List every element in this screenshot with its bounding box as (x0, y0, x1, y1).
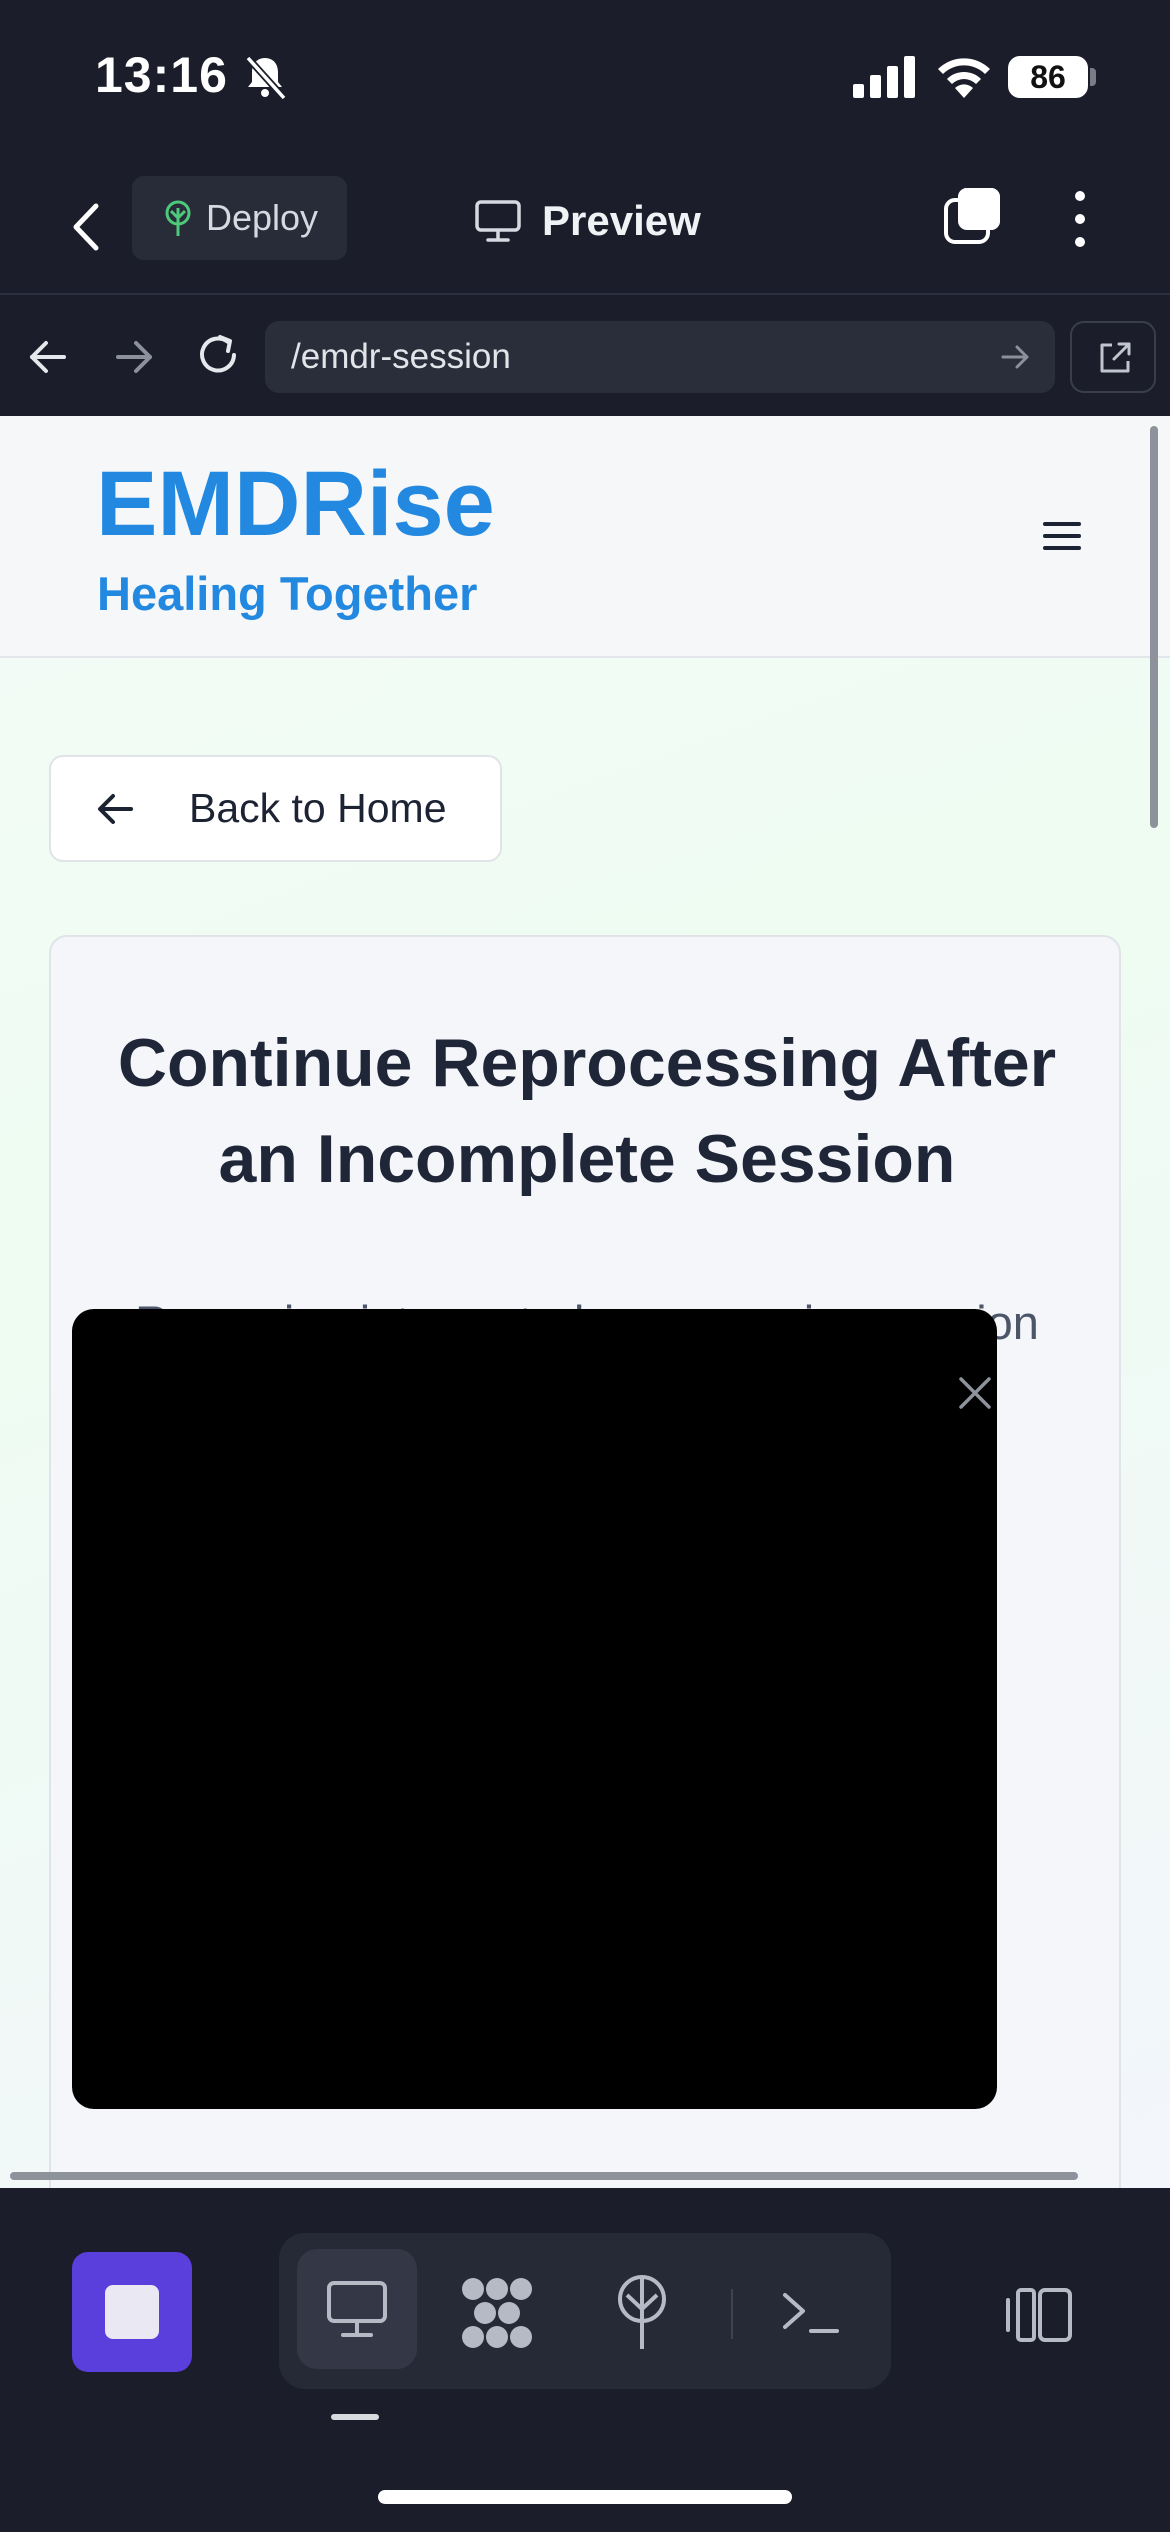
tool-switcher (279, 2233, 891, 2389)
back-chevron-icon[interactable] (62, 192, 112, 262)
arrow-left-icon (98, 793, 133, 824)
tabs-icon[interactable] (940, 184, 1004, 248)
deploy-tree-icon (165, 200, 191, 236)
stop-icon (105, 2285, 159, 2339)
arrow-right-icon[interactable] (108, 331, 160, 383)
more-vertical-icon[interactable] (1062, 184, 1098, 254)
go-arrow-icon[interactable] (997, 339, 1033, 375)
preview-label: Preview (542, 197, 701, 244)
side-panel-icon[interactable] (1004, 2286, 1074, 2344)
deploy-button[interactable]: Deploy (132, 176, 347, 260)
hamburger-menu-icon[interactable] (1040, 518, 1084, 554)
desktop-icon (327, 2281, 387, 2337)
wifi-icon (938, 58, 990, 98)
tiles-icon[interactable] (459, 2275, 535, 2351)
site-header: EMDRise Healing Together (0, 416, 1170, 658)
status-time: 13:16 (95, 47, 228, 103)
bottom-toolbar (0, 2188, 1170, 2532)
web-viewport[interactable]: EMDRise Healing Together Back to Home Co… (0, 416, 1170, 2188)
brand-tagline: Healing Together (97, 567, 478, 620)
battery-tip (1090, 68, 1096, 86)
arrow-left-icon[interactable] (22, 331, 74, 383)
back-to-home-button[interactable]: Back to Home (49, 755, 502, 862)
brand-logo[interactable]: EMDRise (96, 452, 495, 557)
antenna-icon[interactable] (609, 2273, 675, 2351)
battery-icon: 86 (1008, 56, 1088, 98)
signal-icon (853, 56, 915, 98)
session-video-panel[interactable] (72, 1309, 997, 2109)
back-to-home-label: Back to Home (189, 785, 447, 831)
page-title: Continue Reprocessing After an Incomplet… (117, 1025, 1057, 1197)
app-toolbar: Deploy Preview (0, 160, 1170, 295)
horizontal-scrollbar[interactable] (10, 2172, 1078, 2180)
url-input[interactable]: /emdr-session (265, 321, 1055, 393)
status-bar: 13:16 86 (0, 0, 1170, 160)
url-text: /emdr-session (291, 337, 511, 376)
monitor-icon (475, 200, 521, 242)
open-external-icon (1100, 342, 1131, 373)
open-external-button[interactable] (1070, 321, 1156, 393)
tool-divider (731, 2289, 733, 2339)
terminal-icon[interactable] (779, 2281, 843, 2341)
url-bar: /emdr-session (0, 297, 1170, 415)
close-icon[interactable] (956, 1374, 994, 1412)
home-indicator[interactable] (378, 2490, 792, 2504)
active-tool-indicator (331, 2414, 379, 2420)
stop-button[interactable] (72, 2252, 192, 2372)
bell-slash-icon (245, 55, 287, 101)
preview-tab[interactable]: Preview (474, 186, 701, 256)
reload-icon[interactable] (190, 327, 246, 383)
desktop-tool-button[interactable] (297, 2249, 417, 2369)
deploy-label: Deploy (206, 197, 319, 238)
vertical-scrollbar[interactable] (1150, 426, 1158, 828)
